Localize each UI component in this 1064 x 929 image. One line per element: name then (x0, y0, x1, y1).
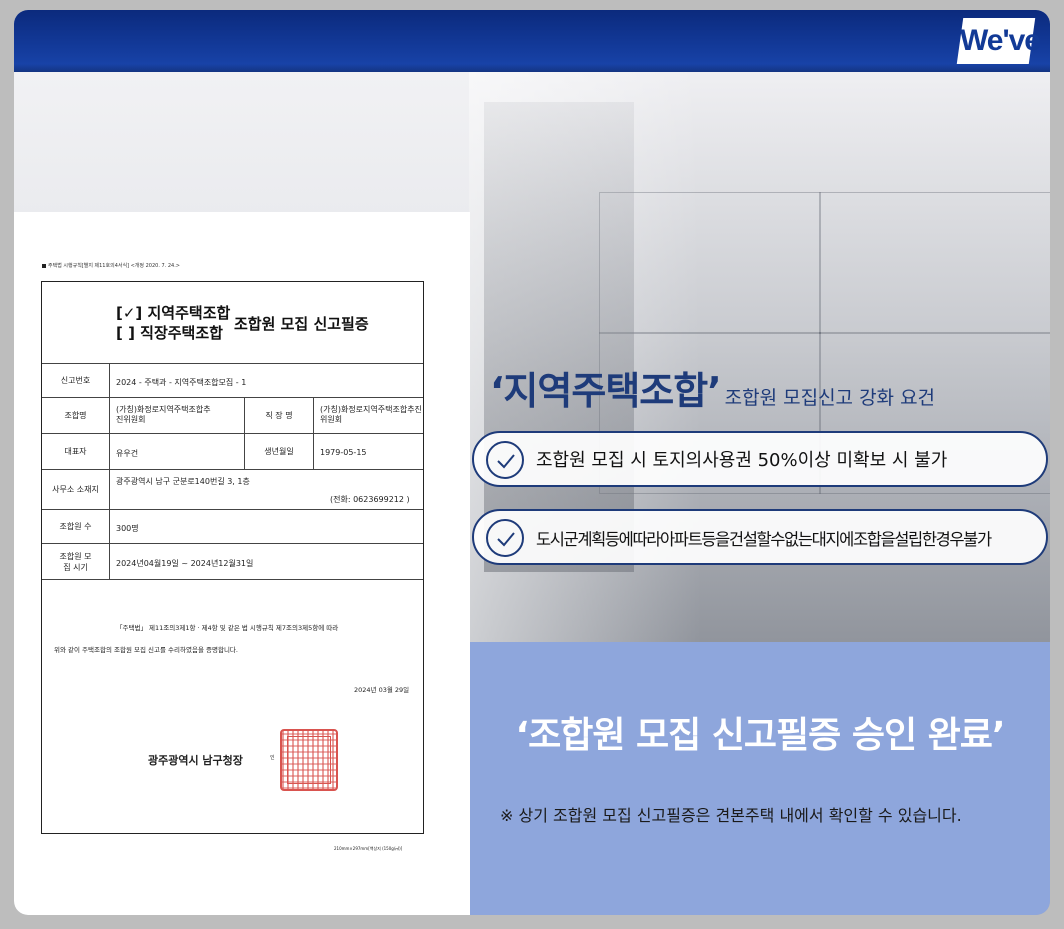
value-office-tel: (전화: 0623699212 ) (330, 495, 410, 504)
requirement-item: 도시군계획등에따라아파트등을건설할수없는대지에조합을설립한경우불가 (472, 509, 1048, 565)
label-workplace: 직 장 명 (244, 398, 314, 433)
promo-card: We've 주택법 시행규칙[별지 제11호의4서식] <개정 2020. 7.… (14, 10, 1050, 915)
approval-panel (470, 642, 1050, 915)
check-circle-icon (486, 519, 524, 557)
headline: ‘지역주택조합’ 조합원 모집신고 강화 요건 (490, 360, 935, 415)
value-period: 2024년04월19일 ~ 2024년12월31일 (116, 559, 254, 568)
headline-highlight: ‘지역주택조합’ (490, 369, 722, 413)
issuer-name: 광주광역시 남구청장 (148, 754, 243, 767)
logo-text: We've (960, 24, 1041, 57)
label-union: 조합명 (42, 398, 110, 433)
row-report-no: 신고번호 2024 - 주택과 - 지역주택조합모집 - 1 (42, 364, 423, 398)
title-option-regional: [✓] 지역주택조합 (116, 304, 231, 322)
requirement-text: 조합원 모집 시 토지의사용권 50%이상 미확보 시 불가 (536, 450, 948, 471)
value-workplace: (가칭)화정로지역주택조합추진위원회 (320, 405, 422, 424)
row-office: 사무소 소재지 광주광역시 남구 군분로140번길 3, 1층 (전화: 062… (42, 470, 423, 510)
form-header-note: 주택법 시행규칙[별지 제11호의4서식] <개정 2020. 7. 24.> (42, 262, 180, 269)
shadow-column (484, 102, 634, 572)
requirement-text: 도시군계획등에따라아파트등을건설할수없는대지에조합을설립한경우불가 (536, 530, 992, 549)
label-period: 조합원 모집 시기 (42, 544, 110, 579)
paper-size-note: 210mm×297mm[백상지 (150g/㎡)] (334, 846, 403, 851)
certificate-document: 주택법 시행규칙[별지 제11호의4서식] <개정 2020. 7. 24.> … (14, 212, 470, 915)
label-birth: 생년월일 (244, 434, 314, 469)
value-members: 300명 (116, 524, 139, 533)
value-office-address: 광주광역시 남구 군분로140번길 3, 1층 (116, 477, 250, 486)
value-union: (가칭)화정로지역주택조합추진위원회 (116, 405, 211, 424)
seal-mark-text: 인 (270, 755, 275, 761)
form-title-block: [✓] 지역주택조합 [ ] 직장주택조합 조합원 모집 신고필증 (42, 282, 423, 364)
check-circle-icon (486, 441, 524, 479)
row-representative: 대표자 유우건 생년월일 1979-05-15 (42, 434, 423, 470)
certificate-form: [✓] 지역주택조합 [ ] 직장주택조합 조합원 모집 신고필증 신고번호 2… (41, 281, 424, 834)
approval-title: ‘조합원 모집 신고필증 승인 완료’ (515, 715, 1005, 756)
official-seal (280, 729, 338, 791)
row-members: 조합원 수 300명 (42, 510, 423, 544)
row-union: 조합명 (가칭)화정로지역주택조합추진위원회 직 장 명 (가칭)화정로지역주택… (42, 398, 423, 434)
value-report-no: 2024 - 주택과 - 지역주택조합모집 - 1 (116, 378, 247, 387)
title-option-workplace: [ ] 직장주택조합 (116, 324, 223, 342)
top-banner: We've (14, 10, 1050, 72)
value-representative: 유우건 (116, 449, 139, 458)
headline-rest: 조합원 모집신고 강화 요건 (724, 387, 936, 409)
requirement-item: 조합원 모집 시 토지의사용권 50%이상 미확보 시 불가 (472, 431, 1048, 487)
value-birth: 1979-05-15 (320, 448, 367, 457)
form-title: 조합원 모집 신고필증 (234, 315, 369, 333)
label-report-no: 신고번호 (42, 364, 110, 397)
label-office: 사무소 소재지 (42, 470, 110, 509)
body-line-2: 위와 같이 주택조합의 조합원 모집 신고를 수리하였음을 증명합니다. (54, 646, 238, 654)
label-representative: 대표자 (42, 434, 110, 469)
label-members: 조합원 수 (42, 510, 110, 543)
body-line-1: 「주택법」 제11조의3제1항 · 제4항 및 같은 법 시행규칙 제7조의3제… (116, 624, 339, 632)
row-period: 조합원 모집 시기 2024년04월19일 ~ 2024년12월31일 (42, 544, 423, 580)
weve-logo: We've (956, 16, 1044, 68)
issue-date: 2024년 03월 29일 (354, 686, 410, 694)
approval-note: ※ 상기 조합원 모집 신고필증은 견본주택 내에서 확인할 수 있습니다. (500, 806, 962, 825)
